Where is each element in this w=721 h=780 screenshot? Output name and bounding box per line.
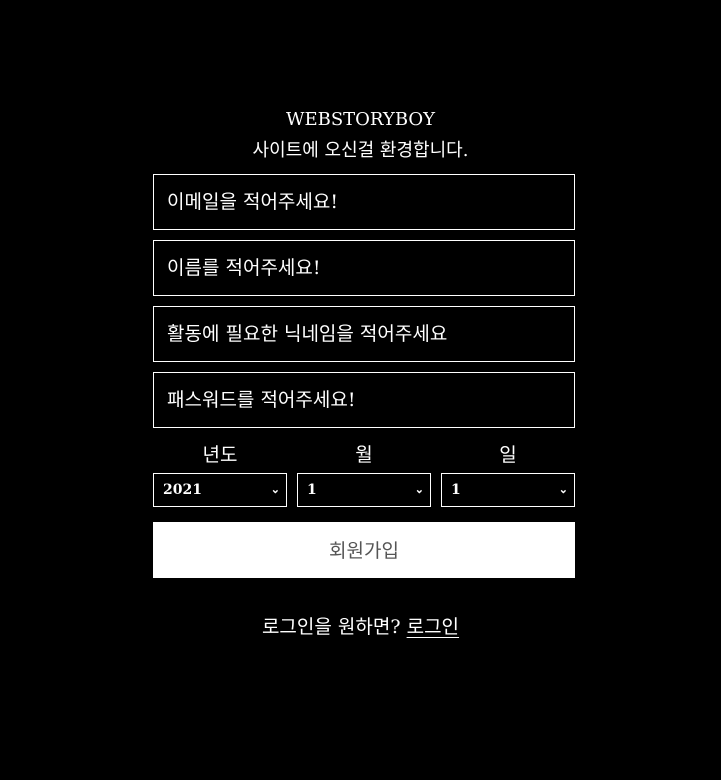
month-select[interactable]: 1 ⌄ [297,473,431,507]
day-select[interactable]: 1 ⌄ [441,473,575,507]
year-select-value: 2021 [163,482,202,498]
password-input[interactable] [153,372,575,428]
nickname-input[interactable] [153,306,575,362]
brand-title: WEBSTORYBOY [285,109,436,130]
email-input[interactable] [153,174,575,230]
name-input[interactable] [153,240,575,296]
year-select[interactable]: 2021 ⌄ [153,473,287,507]
login-prompt-text: 로그인을 원하면? [261,616,401,638]
welcome-message: 사이트에 오신걸 환경합니다. [252,140,469,161]
chevron-down-icon: ⌄ [270,483,280,496]
chevron-down-icon: ⌄ [414,483,424,496]
day-select-value: 1 [451,482,461,498]
signup-button[interactable]: 회원가입 [153,522,575,578]
month-select-value: 1 [307,482,317,498]
day-label: 일 [499,444,517,466]
month-label: 월 [355,444,373,466]
login-prompt: 로그인을 원하면? 로그인 [0,612,721,639]
login-link[interactable]: 로그인 [407,616,459,638]
chevron-down-icon: ⌄ [558,483,568,496]
year-label: 년도 [202,444,238,466]
